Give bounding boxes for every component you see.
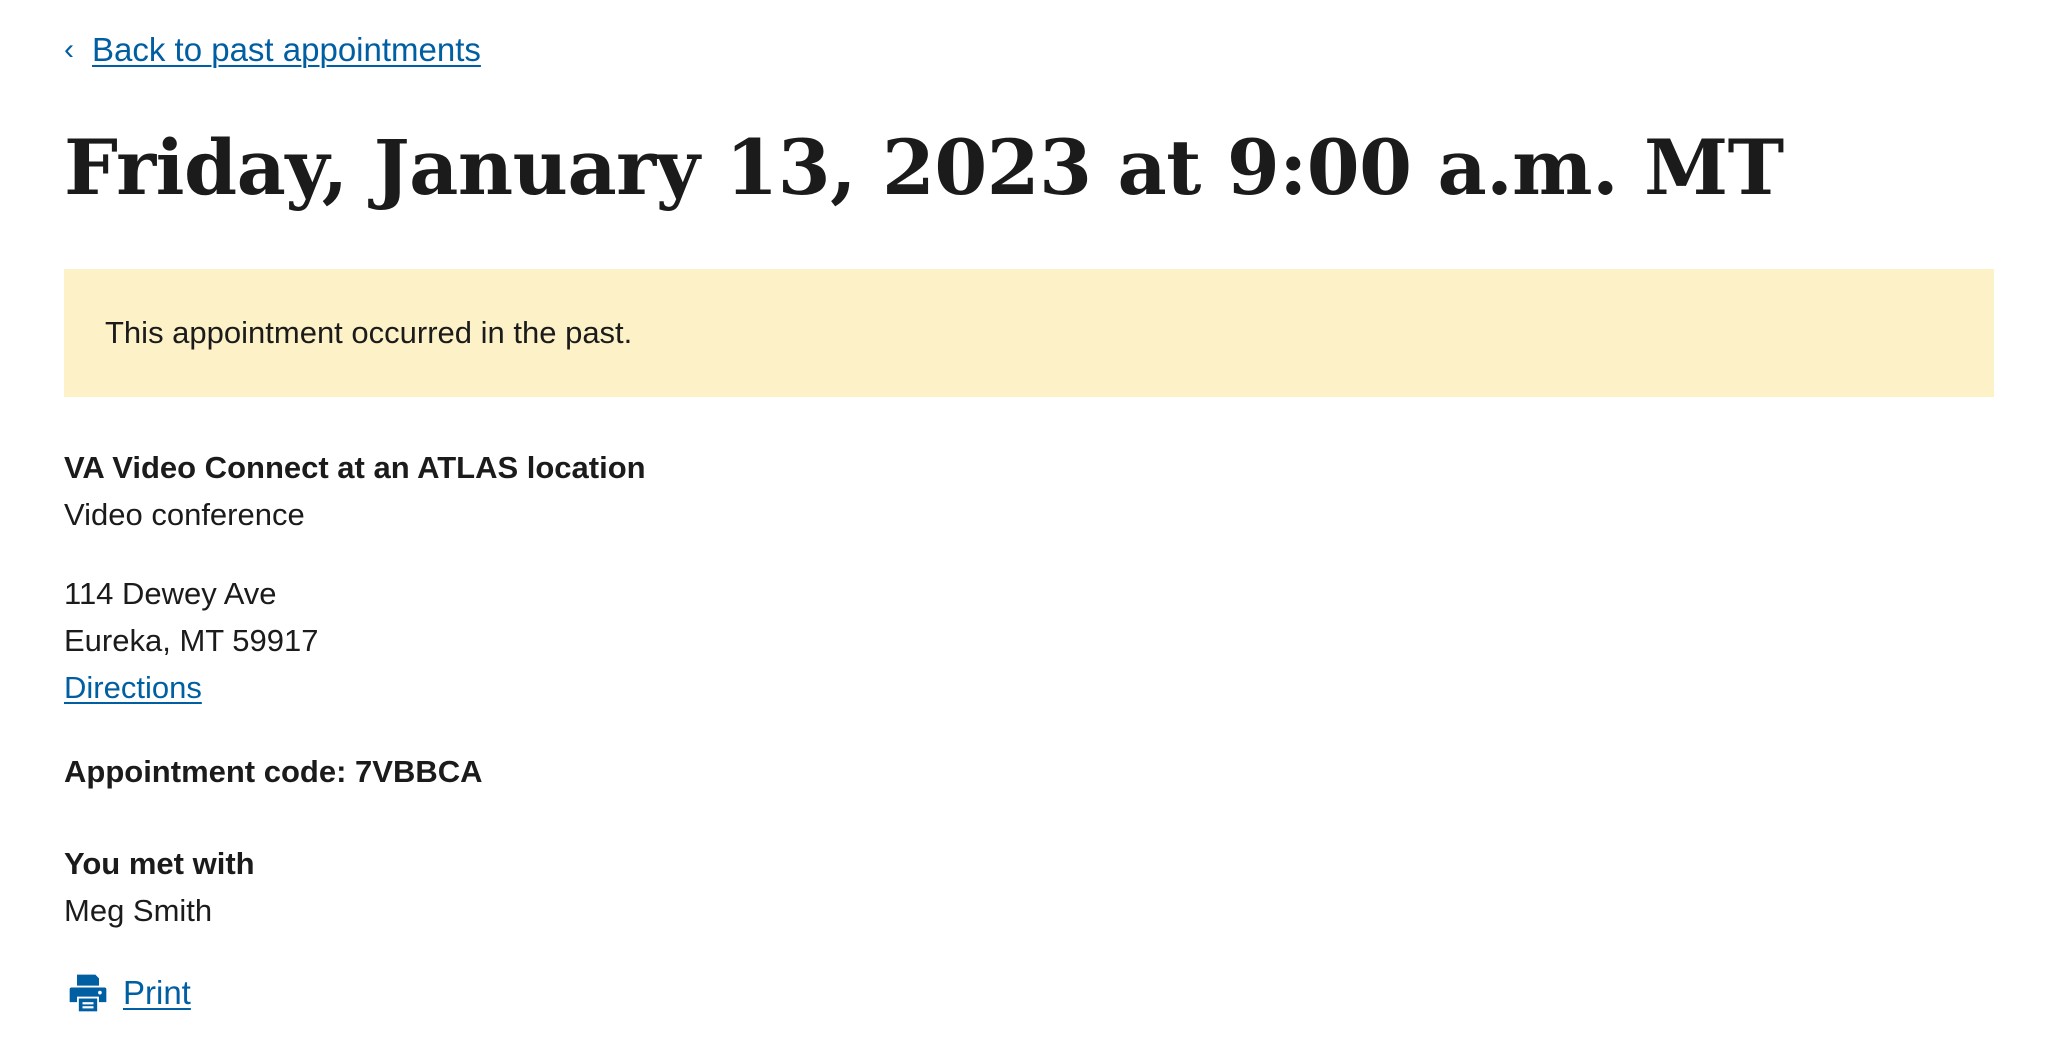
met-with-label: You met with: [64, 846, 255, 881]
directions-link[interactable]: Directions: [64, 670, 202, 705]
print-action[interactable]: Print: [64, 971, 191, 1015]
back-to-past-appointments-link[interactable]: Back to past appointments: [92, 30, 481, 70]
appointment-type-title: VA Video Connect at an ATLAS location: [64, 450, 646, 485]
appointment-type-section: VA Video Connect at an ATLAS location Vi…: [64, 444, 646, 538]
address-section: 114 Dewey Ave Eureka, MT 59917 Direction…: [64, 570, 318, 711]
alert-text: This appointment occurred in the past.: [105, 315, 633, 350]
met-with-section: You met with Meg Smith: [64, 840, 255, 934]
past-appointment-alert: This appointment occurred in the past.: [64, 269, 1994, 397]
address-line-2: Eureka, MT 59917: [64, 623, 319, 658]
back-navigation: ‹ Back to past appointments: [64, 30, 481, 70]
page-title: Friday, January 13, 2023 at 9:00 a.m. MT: [64, 123, 1784, 212]
appointment-type-subtitle: Video conference: [64, 497, 305, 532]
chevron-left-icon: ‹: [64, 33, 74, 66]
provider-name: Meg Smith: [64, 893, 213, 928]
print-link[interactable]: Print: [123, 974, 191, 1012]
appointment-code: Appointment code: 7VBBCA: [64, 754, 483, 789]
printer-icon: [66, 971, 110, 1015]
address-line-1: 114 Dewey Ave: [64, 576, 277, 611]
